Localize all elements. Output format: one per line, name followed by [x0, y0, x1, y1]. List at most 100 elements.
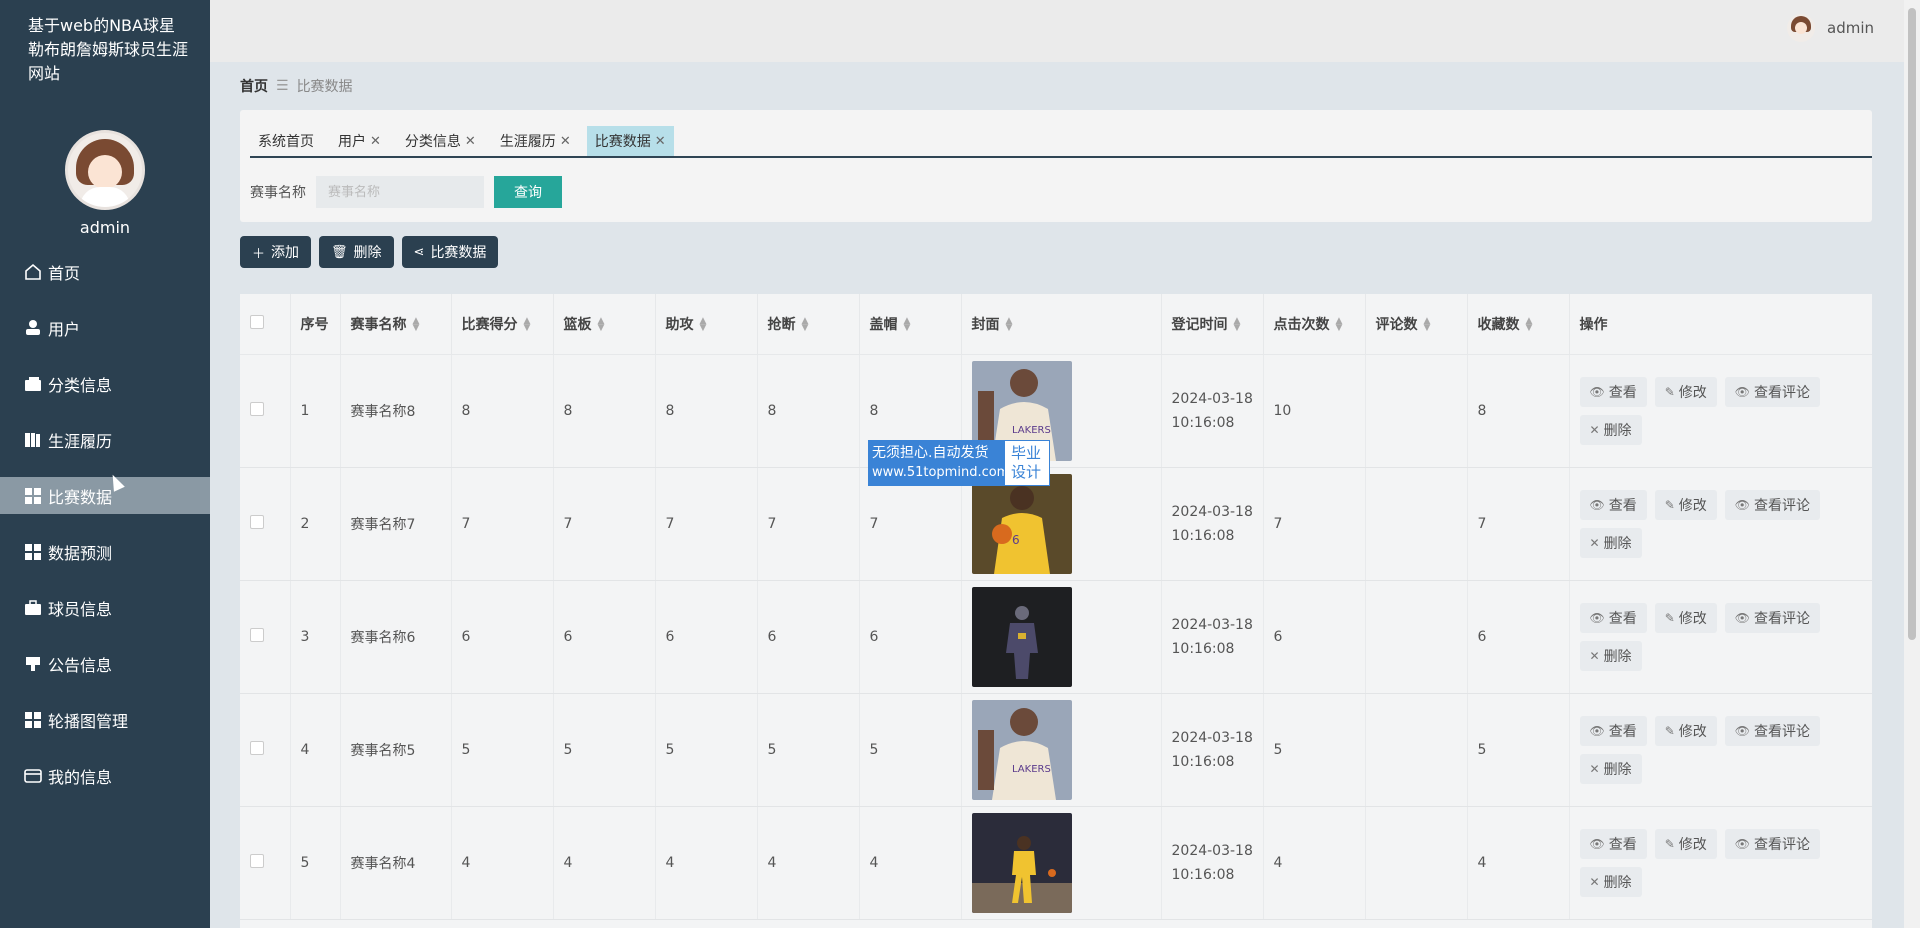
scrollbar[interactable]	[1904, 0, 1920, 928]
column-header[interactable]: 登记时间 ▲ ▼	[1161, 294, 1264, 355]
cell-cover: LAKERS	[961, 693, 1162, 807]
share-button[interactable]: ⋖ 比赛数据	[401, 236, 499, 268]
column-header[interactable]: 封面 ▲ ▼	[961, 294, 1162, 355]
row-checkbox[interactable]	[250, 627, 264, 642]
delete-row-button[interactable]: ✕ 删除	[1579, 414, 1642, 445]
tab-bar: 系统首页 用户 ✕ 分类信息 ✕ 生涯履历 ✕ 比赛数据 ✕	[250, 126, 1872, 158]
sidebar-item-match-data[interactable]: 比赛数据	[0, 477, 210, 514]
view-button[interactable]: 👁 查看	[1579, 715, 1647, 746]
view-button[interactable]: 👁 查看	[1579, 376, 1647, 407]
sidebar-item-player[interactable]: 球员信息	[0, 589, 210, 626]
avatar[interactable]	[65, 130, 145, 210]
sidebar-item-my-info[interactable]: 我的信息	[0, 757, 210, 794]
cell-time: 2024-03-18 10:16:08	[1161, 806, 1264, 920]
edit-button[interactable]: ✎ 修改	[1654, 602, 1717, 633]
grid-icon	[24, 543, 42, 561]
eye-icon: 👁	[1589, 497, 1605, 512]
cell-time: 2024-03-18 10:16:08	[1161, 354, 1264, 468]
button-label: 删除	[1603, 874, 1632, 891]
button-label: 比赛数据	[430, 245, 487, 261]
view-comments-button[interactable]: 👁 查看评论	[1724, 376, 1821, 407]
cell-steal: 6	[757, 580, 860, 694]
view-button[interactable]: 👁 查看	[1579, 602, 1647, 633]
delete-row-button[interactable]: ✕ 删除	[1579, 640, 1642, 671]
delete-button[interactable]: 🗑 删除	[319, 236, 394, 268]
column-header[interactable]: 赛事名称 ▲ ▼	[340, 294, 452, 355]
column-header[interactable]: 收藏数 ▲ ▼	[1467, 294, 1570, 355]
column-header[interactable]: 评论数 ▲ ▼	[1365, 294, 1468, 355]
view-comments-button[interactable]: 👁 查看评论	[1724, 602, 1821, 633]
top-user-menu[interactable]: admin	[1787, 14, 1874, 42]
button-label: 添加	[271, 245, 300, 261]
column-header[interactable]: 盖帽 ▲ ▼	[859, 294, 962, 355]
close-icon[interactable]: ✕	[465, 134, 476, 149]
cell-score: 8	[451, 354, 554, 468]
cell-steal: 7	[757, 467, 860, 581]
cover-image[interactable]: 6	[971, 473, 1161, 574]
breadcrumb-home[interactable]: 首页	[240, 76, 268, 96]
sidebar-item-notice[interactable]: 公告信息	[0, 645, 210, 682]
tab-match-data[interactable]: 比赛数据 ✕	[586, 126, 674, 156]
delete-row-button[interactable]: ✕ 删除	[1579, 753, 1642, 784]
plus-icon: ＋	[252, 246, 266, 262]
column-header[interactable]: 篮板 ▲ ▼	[553, 294, 656, 355]
row-checkbox[interactable]	[250, 514, 264, 529]
edit-button[interactable]: ✎ 修改	[1654, 715, 1717, 746]
tab-category[interactable]: 分类信息 ✕	[397, 126, 484, 156]
edit-button[interactable]: ✎ 修改	[1654, 828, 1717, 859]
close-icon[interactable]: ✕	[370, 134, 381, 149]
view-comments-button[interactable]: 👁 查看评论	[1724, 715, 1821, 746]
close-icon[interactable]: ✕	[560, 134, 571, 149]
cell-time: 2024-03-18 10:16:08	[1161, 693, 1264, 807]
sidebar-item-label: 公告信息	[48, 655, 113, 675]
sidebar-item-category[interactable]: 分类信息	[0, 365, 210, 402]
button-label: 修改	[1678, 723, 1707, 740]
tab-system-home[interactable]: 系统首页	[250, 126, 322, 156]
cover-image[interactable]	[971, 812, 1161, 913]
edit-button[interactable]: ✎ 修改	[1654, 489, 1717, 520]
trash-icon: 🗑	[331, 244, 348, 260]
watermark-banner: 无须担心.自动发货 www.51topmind.com 毕业 设计	[868, 440, 1050, 486]
column-header[interactable]: 抢断 ▲ ▼	[757, 294, 860, 355]
action-bar: ＋ 添加 🗑 删除 ⋖ 比赛数据	[240, 236, 506, 268]
cover-image[interactable]	[971, 586, 1161, 687]
sidebar-item-label: 轮播图管理	[48, 711, 129, 731]
select-all-checkbox[interactable]	[250, 314, 264, 329]
scroll-thumb[interactable]	[1908, 8, 1916, 640]
delete-row-button[interactable]: ✕ 删除	[1579, 527, 1642, 558]
column-header[interactable]: 助攻 ▲ ▼	[655, 294, 758, 355]
tab-career[interactable]: 生涯履历 ✕	[492, 126, 579, 156]
button-label: 修改	[1678, 384, 1707, 401]
row-checkbox[interactable]	[250, 740, 264, 755]
tab-user[interactable]: 用户 ✕	[330, 126, 389, 156]
close-icon[interactable]: ✕	[655, 134, 666, 149]
sidebar-item-home[interactable]: 首页	[0, 253, 210, 290]
sidebar-item-carousel[interactable]: 轮播图管理	[0, 701, 210, 738]
add-button[interactable]: ＋ 添加	[240, 236, 312, 268]
view-button[interactable]: 👁 查看	[1579, 489, 1647, 520]
button-label: 删除	[1603, 535, 1632, 552]
home-icon	[24, 263, 42, 281]
cell-assist: 8	[655, 354, 758, 468]
sidebar-item-prediction[interactable]: 数据预测	[0, 533, 210, 570]
search-input[interactable]	[316, 176, 484, 208]
cover-image[interactable]: LAKERS	[971, 699, 1161, 800]
sidebar-item-user[interactable]: 用户	[0, 309, 210, 346]
column-header[interactable]: 点击次数 ▲ ▼	[1263, 294, 1366, 355]
time-text: 2024-03-18 10:16:08	[1171, 390, 1253, 431]
row-checkbox[interactable]	[250, 401, 264, 416]
row-checkbox[interactable]	[250, 853, 264, 868]
view-comments-button[interactable]: 👁 查看评论	[1724, 828, 1821, 859]
view-button[interactable]: 👁 查看	[1579, 828, 1647, 859]
column-header[interactable]: 比赛得分 ▲ ▼	[451, 294, 554, 355]
button-label: 查看评论	[1754, 610, 1811, 627]
sidebar-item-career[interactable]: 生涯履历	[0, 421, 210, 458]
search-button[interactable]: 查询	[494, 176, 562, 208]
table-row: 5 赛事名称4 4 4 4 4 4 2024-03-18 10:16:08 4 4 👁 查看 ✎ 修改 👁 查…	[240, 806, 1872, 920]
sidebar-item-label: 用户	[48, 319, 81, 339]
row-select-cell	[240, 467, 291, 581]
edit-button[interactable]: ✎ 修改	[1654, 376, 1717, 407]
wallet-icon	[24, 375, 42, 393]
view-comments-button[interactable]: 👁 查看评论	[1724, 489, 1821, 520]
delete-row-button[interactable]: ✕ 删除	[1579, 866, 1642, 897]
